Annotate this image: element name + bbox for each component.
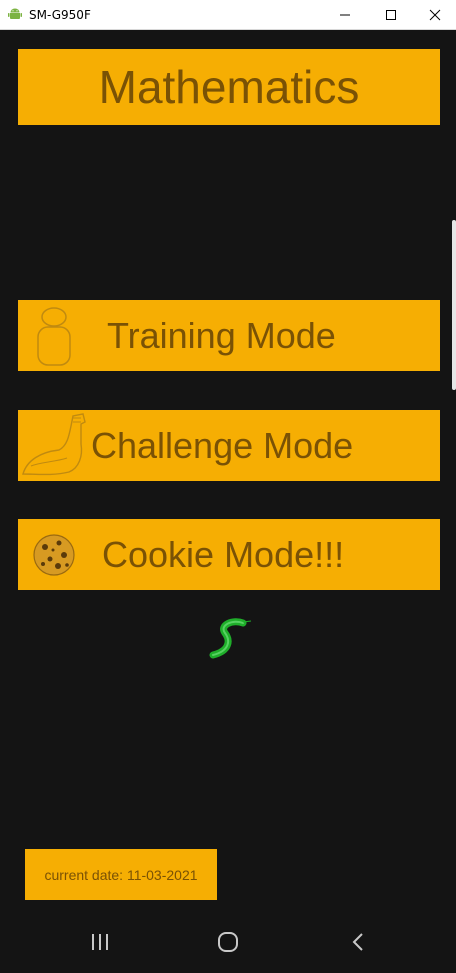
maximize-icon: [386, 10, 396, 20]
cookie-mode-button[interactable]: Cookie Mode!!!: [18, 519, 440, 590]
app-title-banner: Mathematics: [18, 49, 440, 125]
android-navigation-bar: [0, 910, 456, 973]
current-date-box: current date: 11-03-2021: [25, 849, 217, 900]
app-screen: Mathematics Training Mode Challenge Mode: [0, 30, 456, 973]
training-mode-label: Training Mode: [107, 314, 336, 356]
minimize-icon: [340, 14, 350, 16]
challenge-mode-button[interactable]: Challenge Mode: [18, 410, 440, 481]
training-mode-button[interactable]: Training Mode: [18, 300, 440, 371]
flexed-arm-icon: [22, 413, 86, 476]
minimize-button[interactable]: [322, 0, 368, 30]
close-button[interactable]: [412, 0, 456, 30]
window-title-bar: SM-G950F: [0, 0, 456, 30]
back-button[interactable]: [338, 924, 378, 960]
app-title: Mathematics: [98, 61, 360, 113]
green-worm-icon: [209, 618, 252, 659]
cookie-icon: [33, 534, 75, 576]
person-outline-icon: [37, 307, 71, 366]
cookie-mode-label: Cookie Mode!!!: [102, 533, 345, 575]
android-icon: [8, 8, 22, 19]
challenge-mode-label: Challenge Mode: [91, 424, 354, 466]
recent-apps-button[interactable]: [80, 924, 120, 960]
home-icon: [218, 932, 238, 952]
edge-panel-handle[interactable]: [452, 220, 456, 390]
current-date-text: current date: 11-03-2021: [44, 866, 198, 883]
close-icon: [429, 9, 441, 21]
recent-apps-icon: [92, 934, 108, 950]
window-title: SM-G950F: [29, 8, 91, 22]
back-arrow-icon: [352, 933, 363, 951]
maximize-button[interactable]: [368, 0, 414, 30]
home-button[interactable]: [208, 924, 248, 960]
